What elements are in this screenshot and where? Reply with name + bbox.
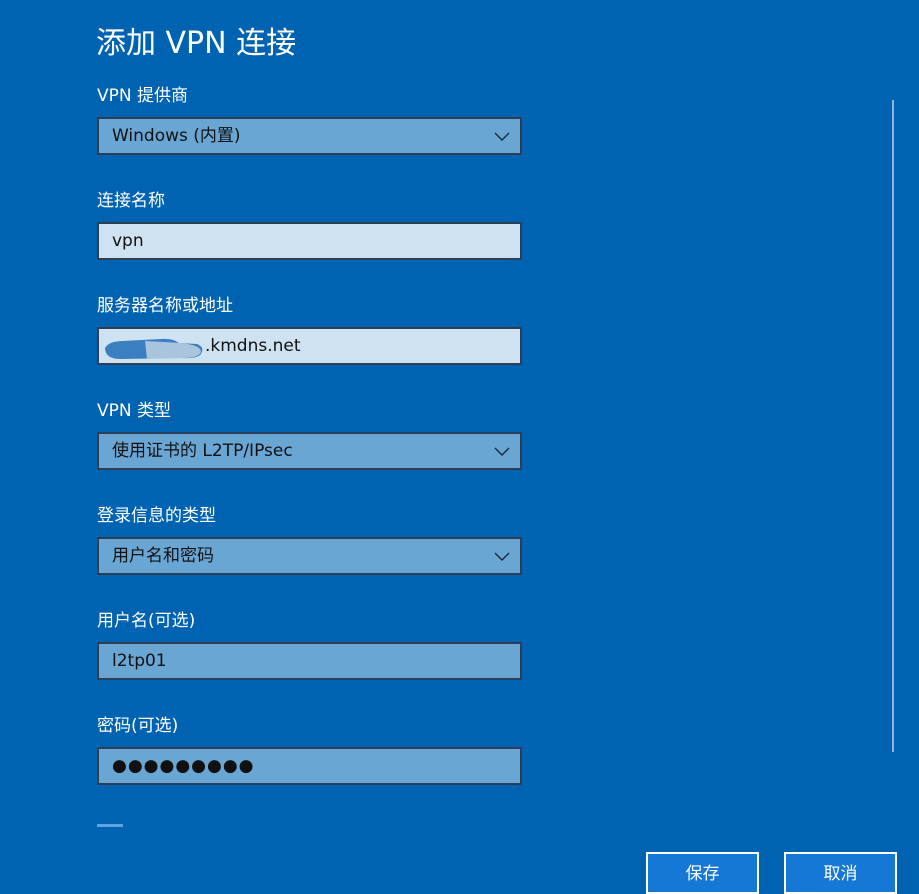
vpn-provider-select[interactable]: Windows (内置): [97, 117, 522, 155]
connection-name-label: 连接名称: [97, 191, 165, 211]
username-group: 用户名(可选) l2tp01: [97, 609, 522, 680]
cancel-button[interactable]: 取消: [784, 852, 897, 894]
progress-indicator: [97, 824, 123, 827]
signin-type-group: 登录信息的类型 用户名和密码: [97, 504, 522, 575]
save-button[interactable]: 保存: [646, 852, 759, 894]
password-value: ●●●●●●●●●: [112, 756, 255, 776]
connection-name-group: 连接名称 vpn: [97, 189, 522, 260]
chevron-down-icon: [494, 447, 510, 456]
connection-name-value: vpn: [112, 231, 144, 251]
password-label: 密码(可选): [97, 716, 179, 736]
vpn-type-select[interactable]: 使用证书的 L2TP/IPsec: [97, 432, 522, 470]
chevron-down-icon: [494, 132, 510, 141]
username-label: 用户名(可选): [97, 611, 196, 631]
vpn-type-value: 使用证书的 L2TP/IPsec: [112, 441, 293, 461]
server-address-value: .kmdns.net: [205, 336, 301, 356]
server-address-input[interactable]: .kmdns.net: [97, 327, 522, 365]
password-input[interactable]: ●●●●●●●●●: [97, 747, 522, 785]
redaction-blur: [105, 338, 203, 359]
signin-type-select[interactable]: 用户名和密码: [97, 537, 522, 575]
vpn-provider-group: VPN 提供商 Windows (内置): [97, 84, 522, 155]
username-value: l2tp01: [112, 651, 167, 671]
vpn-provider-label: VPN 提供商: [97, 86, 189, 106]
vpn-type-label: VPN 类型: [97, 401, 172, 421]
chevron-down-icon: [494, 552, 510, 561]
vpn-provider-value: Windows (内置): [112, 126, 241, 146]
connection-name-input[interactable]: vpn: [97, 222, 522, 260]
username-input[interactable]: l2tp01: [97, 642, 522, 680]
signin-type-value: 用户名和密码: [112, 546, 214, 566]
server-address-group: 服务器名称或地址 .kmdns.net: [97, 294, 522, 365]
scrollbar[interactable]: [892, 100, 894, 752]
server-address-label: 服务器名称或地址: [97, 296, 233, 316]
page-title: 添加 VPN 连接: [96, 26, 297, 61]
password-group: 密码(可选) ●●●●●●●●●: [97, 714, 522, 785]
vpn-type-group: VPN 类型 使用证书的 L2TP/IPsec: [97, 399, 522, 470]
signin-type-label: 登录信息的类型: [97, 506, 216, 526]
